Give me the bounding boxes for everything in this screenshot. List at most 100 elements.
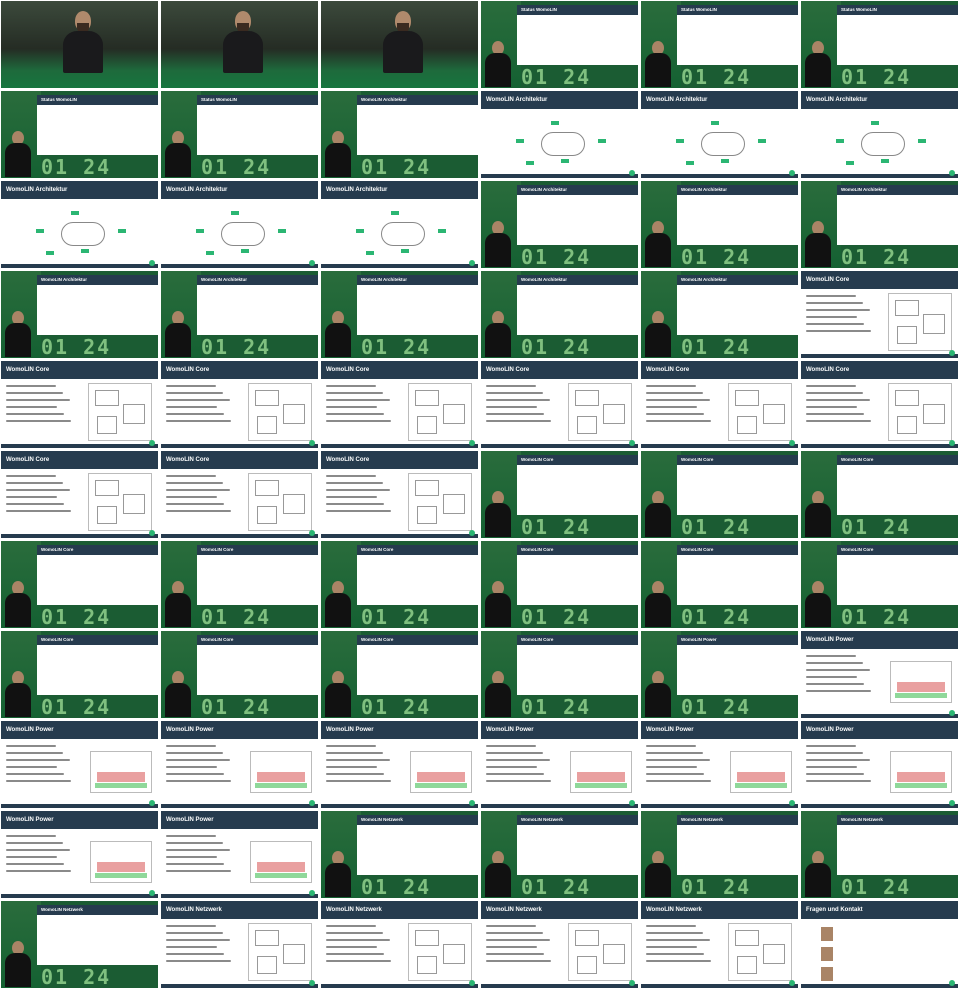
video-frame-thumbnail: WomoLIN Power <box>0 720 159 809</box>
slide-title: WomoLIN Netzwerk <box>677 815 798 825</box>
event-numbers: 01 24 <box>361 155 432 179</box>
contact-list <box>821 927 951 983</box>
speaker <box>383 11 423 73</box>
slide-title: WomoLIN Power <box>801 721 958 739</box>
slide-inset: WomoLIN Core <box>197 635 318 695</box>
slide-title: WomoLIN Architektur <box>837 185 958 195</box>
slide-title: WomoLIN Netzwerk <box>517 815 638 825</box>
video-frame-thumbnail: WomoLIN Netzwerk <box>320 900 479 989</box>
slide-title: WomoLIN Power <box>801 631 958 649</box>
slide-title: WomoLIN Netzwerk <box>37 905 158 915</box>
slide-title: WomoLIN Core <box>517 545 638 555</box>
logo-icon <box>149 440 155 446</box>
speaker <box>485 671 511 717</box>
speaker <box>645 581 671 627</box>
slide-title: WomoLIN Core <box>481 361 638 379</box>
architecture-diagram <box>666 117 776 169</box>
architecture-diagram <box>186 207 296 259</box>
speaker <box>645 41 671 87</box>
speaker <box>805 221 831 267</box>
slide-title: WomoLIN Core <box>677 455 798 465</box>
slide-title: WomoLIN Core <box>641 361 798 379</box>
bullet-list <box>6 835 76 877</box>
event-numbers: 01 24 <box>841 875 912 899</box>
speaker <box>645 221 671 267</box>
slide-inset: WomoLIN Netzwerk <box>37 905 158 965</box>
logo-icon <box>309 980 315 986</box>
slide-title: WomoLIN Architektur <box>517 275 638 285</box>
event-numbers: 01 24 <box>681 65 752 89</box>
block-diagram <box>408 923 472 981</box>
speaker <box>5 311 31 357</box>
slide-title: WomoLIN Netzwerk <box>321 901 478 919</box>
slide-title: WomoLIN Core <box>801 361 958 379</box>
speaker <box>165 581 191 627</box>
video-frame-thumbnail: WomoLIN Core 01 24 <box>640 540 799 629</box>
block-diagram <box>88 383 152 441</box>
logo-icon <box>629 170 635 176</box>
video-frame-thumbnail: WomoLIN Netzwerk 01 24 <box>480 810 639 899</box>
power-diagram <box>410 751 472 793</box>
slide-title: WomoLIN Core <box>197 545 318 555</box>
video-frame-thumbnail: WomoLIN Core 01 24 <box>160 540 319 629</box>
slide-title: WomoLIN Core <box>1 451 158 469</box>
video-frame-thumbnail: WomoLIN Power <box>800 720 959 809</box>
block-diagram <box>408 383 472 441</box>
video-frame-thumbnail: WomoLIN Architektur <box>640 90 799 179</box>
speaker <box>165 671 191 717</box>
slide-inset: WomoLIN Power <box>677 635 798 695</box>
speaker <box>805 581 831 627</box>
architecture-diagram <box>826 117 936 169</box>
video-frame-thumbnail: WomoLIN Architektur <box>800 90 959 179</box>
speaker <box>485 491 511 537</box>
slide-title: WomoLIN Architektur <box>37 275 158 285</box>
slide-title: WomoLIN Architektur <box>517 185 638 195</box>
block-diagram <box>568 923 632 981</box>
speaker <box>325 851 351 897</box>
logo-icon <box>789 170 795 176</box>
speaker <box>645 491 671 537</box>
logo-icon <box>789 800 795 806</box>
event-numbers: 01 24 <box>41 605 112 629</box>
video-frame-thumbnail: WomoLIN Core <box>0 450 159 539</box>
video-frame-thumbnail: WomoLIN Core <box>320 360 479 449</box>
block-diagram <box>568 383 632 441</box>
bullet-list <box>486 385 556 427</box>
slide-inset: WomoLIN Core <box>677 545 798 605</box>
architecture-diagram <box>506 117 616 169</box>
event-numbers: 01 24 <box>681 245 752 269</box>
video-frame-thumbnail: WomoLIN Power 01 24 <box>640 630 799 719</box>
event-numbers: 01 24 <box>681 515 752 539</box>
video-frame-thumbnail: WomoLIN Core <box>160 360 319 449</box>
video-frame-thumbnail: WomoLIN Architektur 01 24 <box>320 90 479 179</box>
event-numbers: 01 24 <box>841 515 912 539</box>
speaker <box>325 581 351 627</box>
speaker <box>485 41 511 87</box>
slide-inset: WomoLIN Core <box>517 635 638 695</box>
bullet-list <box>326 745 396 787</box>
event-numbers: 01 24 <box>681 605 752 629</box>
slide-inset: Status WomoLIN <box>837 5 958 65</box>
avatar <box>821 947 833 961</box>
bullet-list <box>646 745 716 787</box>
slide-inset: WomoLIN Architektur <box>197 275 318 335</box>
slide-title: WomoLIN Architektur <box>357 275 478 285</box>
video-frame-thumbnail: WomoLIN Core <box>0 360 159 449</box>
avatar <box>821 967 833 981</box>
event-numbers: 01 24 <box>521 605 592 629</box>
slide-inset: Status WomoLIN <box>197 95 318 155</box>
logo-icon <box>309 530 315 536</box>
slide-inset: WomoLIN Core <box>517 455 638 515</box>
video-frame-thumbnail: WomoLIN Netzwerk <box>480 900 639 989</box>
logo-icon <box>149 260 155 266</box>
slide-title: WomoLIN Power <box>321 721 478 739</box>
bullet-list <box>806 385 876 427</box>
slide-title: WomoLIN Power <box>1 721 158 739</box>
slide-title: WomoLIN Architektur <box>1 181 158 199</box>
logo-icon <box>789 440 795 446</box>
video-frame-thumbnail: WomoLIN Core <box>480 360 639 449</box>
slide-inset: WomoLIN Architektur <box>837 185 958 245</box>
slide-title: WomoLIN Architektur <box>641 91 798 109</box>
slide-title: WomoLIN Core <box>517 635 638 645</box>
slide-title: WomoLIN Power <box>641 721 798 739</box>
